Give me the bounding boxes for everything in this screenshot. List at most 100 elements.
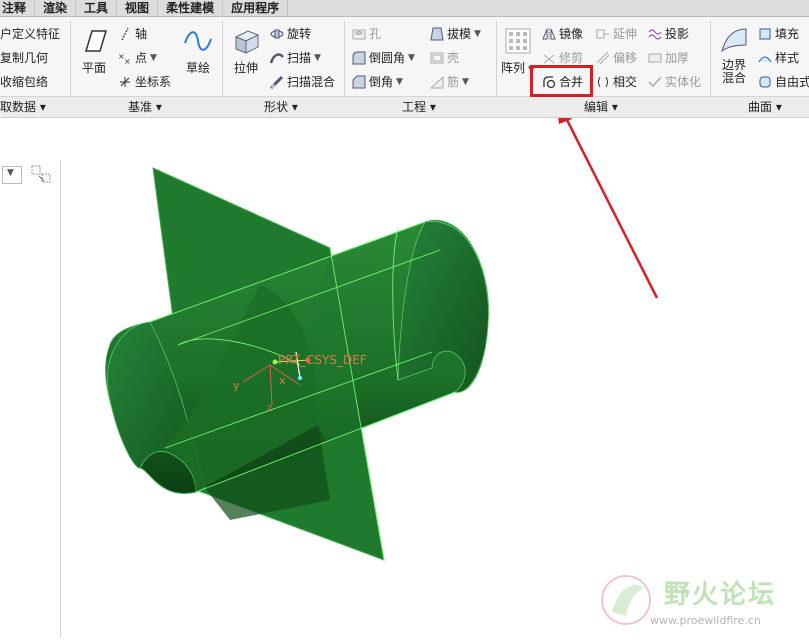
csys-button[interactable]: 坐标系 (118, 73, 171, 90)
svg-text:×: × (124, 57, 131, 65)
hole-button[interactable]: 孔 (352, 25, 381, 42)
mirror-label: 镜像 (559, 27, 584, 41)
sketch-button[interactable]: 草绘 (180, 25, 216, 76)
revolve-button[interactable]: 旋转 (270, 25, 311, 42)
swept-blend-icon (270, 75, 284, 89)
trim-button[interactable]: 修剪 (542, 49, 583, 66)
tree-settings-icon[interactable] (30, 164, 52, 186)
intersect-label: 相交 (613, 75, 638, 89)
extend-button[interactable]: 延伸 (596, 25, 637, 42)
sketch-label: 草绘 (185, 61, 210, 75)
tab-annotate[interactable]: 注释 (0, 0, 36, 16)
revolve-label: 旋转 (287, 27, 312, 41)
fill-label: 填充 (775, 27, 800, 41)
axis-icon (118, 27, 132, 41)
merge-highlight-box (530, 65, 593, 97)
chevron-down-icon: ▼ (7, 168, 14, 178)
watermark-url: www.proewildfire.cn (650, 614, 761, 627)
thicken-button[interactable]: 加厚 (648, 49, 689, 66)
udf-button[interactable]: 户定义特征 (0, 25, 60, 42)
project-label: 投影 (665, 27, 690, 41)
model-tree-panel: ▼ (0, 160, 61, 637)
model-view[interactable]: PRT_CSYS_DEF y x z (61, 101, 809, 637)
swept-blend-label: 扫描混合 (287, 75, 336, 89)
style-button[interactable]: 样式 (758, 49, 799, 66)
intersect-button[interactable]: 相交 (596, 73, 637, 90)
group-shapes-label[interactable]: 形状 ▾ (264, 98, 298, 115)
extend-label: 延伸 (613, 27, 638, 41)
style-icon (758, 51, 772, 65)
chevron-down-icon[interactable]: ▼ (462, 77, 469, 87)
thicken-label: 加厚 (665, 51, 690, 65)
round-label: 倒圆角 (369, 51, 406, 65)
tab-view[interactable]: 视图 (117, 0, 159, 16)
tab-flexible-modeling[interactable]: 柔性建模 (158, 0, 224, 16)
sketch-icon (182, 25, 214, 57)
point-label: 点 (135, 51, 148, 65)
axis-button[interactable]: 轴 (118, 25, 147, 42)
extend-icon (596, 27, 610, 41)
sweep-button[interactable]: 扫描 ▼ (270, 49, 321, 66)
chevron-down-icon[interactable]: ▼ (396, 77, 403, 87)
extrude-icon (230, 25, 262, 57)
udf-label: 户定义特征 (0, 27, 61, 41)
shell-label: 壳 (447, 51, 460, 65)
csys-axis-x: x (279, 374, 286, 387)
project-icon (648, 27, 662, 41)
draft-label: 拔模 (447, 27, 472, 41)
plane-button[interactable]: 平面 (76, 25, 112, 76)
boundary-blend-icon (718, 25, 750, 57)
watermark-logo-icon (601, 575, 651, 625)
project-button[interactable]: 投影 (648, 25, 689, 42)
chevron-down-icon[interactable]: ▼ (314, 53, 321, 63)
freestyle-button[interactable]: 自由式 (758, 73, 809, 90)
shrinkwrap-button[interactable]: 收缩包络 (0, 73, 48, 90)
copy-geometry-label: 复制几何 (0, 51, 49, 65)
group-editing-label[interactable]: 编辑 ▾ (584, 98, 618, 115)
csys-label: 坐标系 (135, 75, 172, 89)
offset-button[interactable]: 偏移 (596, 49, 637, 66)
round-icon (352, 51, 366, 65)
boundary-blend-button[interactable]: 边界 混合 (716, 25, 752, 85)
swept-blend-button[interactable]: 扫描混合 (270, 73, 335, 90)
group-engineering-label[interactable]: 工程 ▾ (402, 98, 436, 115)
tree-view-dropdown[interactable]: ▼ (2, 166, 22, 184)
solidify-icon (648, 75, 662, 89)
revolve-icon (270, 27, 284, 41)
round-button[interactable]: 倒圆角 ▼ (352, 49, 415, 66)
mirror-button[interactable]: 镜像 (542, 25, 583, 42)
boundary-blend-label-2: 混合 (721, 71, 746, 85)
csys-icon (118, 75, 132, 89)
fill-icon (758, 27, 772, 41)
watermark-title: 野火论坛 (664, 580, 777, 610)
graphics-viewport[interactable]: PRT_CSYS_DEF y x z (61, 101, 809, 637)
offset-label: 偏移 (613, 51, 638, 65)
draft-button[interactable]: 拔模 ▼ (430, 25, 481, 42)
copy-geometry-button[interactable]: 复制几何 (0, 49, 48, 66)
shell-button[interactable]: 壳 (430, 49, 459, 66)
solidify-button[interactable]: 实体化 (648, 73, 701, 90)
chevron-down-icon[interactable]: ▼ (408, 53, 415, 63)
sweep-label: 扫描 (287, 51, 312, 65)
point-icon: × × (118, 51, 132, 65)
chamfer-button[interactable]: 倒角 ▼ (352, 73, 403, 90)
rib-button[interactable]: 筋 ▼ (430, 73, 469, 90)
pattern-label: 阵列 (501, 61, 526, 75)
tab-applications[interactable]: 应用程序 (223, 0, 289, 16)
tab-tools[interactable]: 工具 (76, 0, 118, 16)
fill-button[interactable]: 填充 (758, 25, 799, 42)
intersect-icon (596, 75, 610, 89)
tab-render[interactable]: 渲染 (35, 0, 77, 16)
axis-label: 轴 (135, 27, 148, 41)
group-datum-label[interactable]: 基准 ▾ (128, 98, 162, 115)
extrude-button[interactable]: 拉伸 (228, 25, 264, 76)
shrinkwrap-label: 收缩包络 (0, 75, 49, 89)
hole-icon (352, 27, 366, 41)
group-get-data-label[interactable]: 取数据 ▾ (0, 98, 46, 115)
chevron-down-icon[interactable]: ▼ (150, 53, 157, 63)
pattern-icon (502, 25, 534, 57)
forum-watermark: 野火论坛 www.proewildfire.cn (598, 570, 808, 630)
point-button[interactable]: × × 点 ▼ (118, 49, 157, 66)
chevron-down-icon[interactable]: ▼ (474, 29, 481, 39)
group-surfaces-label[interactable]: 曲面 ▾ (748, 98, 782, 115)
